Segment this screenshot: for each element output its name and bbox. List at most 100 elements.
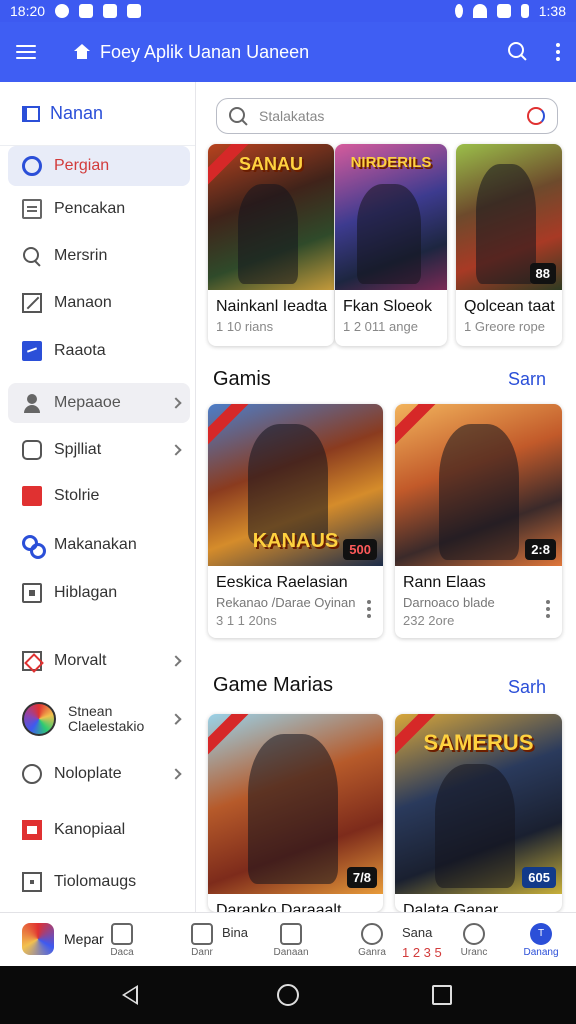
flag-icon bbox=[22, 820, 42, 840]
bottom-nav-overlay-text: Sana bbox=[402, 925, 433, 940]
app-title: Foey Aplik Uanan Uaneen bbox=[100, 41, 310, 62]
ribbon-icon bbox=[208, 714, 250, 756]
more-options-icon[interactable] bbox=[546, 600, 550, 618]
bottom-nav-label: Uranc bbox=[460, 946, 488, 958]
game-card[interactable]: 2:8 Rann Elaas Darnoaco blade 232 2ore bbox=[395, 404, 562, 638]
ribbon-icon bbox=[208, 404, 250, 446]
chevron-right-icon bbox=[170, 713, 182, 725]
sidebar-item-label: Manaon bbox=[54, 294, 112, 311]
search-icon[interactable] bbox=[508, 42, 528, 62]
sidebar-item-spjlliat[interactable]: Spjlliat bbox=[8, 430, 190, 470]
sidebar-item-label: Makanakan bbox=[54, 536, 137, 553]
frame-icon bbox=[22, 583, 42, 603]
bottom-nav: Mepar Daca Danr Bina Danaan Ganra Sana 1… bbox=[0, 912, 576, 966]
app-logo-icon[interactable] bbox=[22, 923, 54, 955]
price-badge: 605 bbox=[522, 867, 556, 888]
sidebar-item-pergian[interactable]: Pergian bbox=[8, 146, 190, 186]
section-title: Gamis bbox=[213, 368, 271, 390]
bottom-nav-item[interactable]: Danaan bbox=[268, 913, 314, 967]
recent-apps-icon[interactable] bbox=[432, 985, 452, 1005]
sidebar-item-stolrie[interactable]: Stolrie bbox=[8, 476, 190, 516]
game-meta: 1 10 rians bbox=[216, 319, 274, 334]
game-subtitle: Darnoaco blade bbox=[403, 595, 495, 610]
globe-icon bbox=[22, 702, 56, 736]
hero-figure bbox=[476, 164, 536, 284]
game-card[interactable]: SAMERUS 605 Dalata Ganar bbox=[395, 714, 562, 912]
sidebar-header[interactable]: Nanan bbox=[0, 82, 195, 146]
price-badge: 2:8 bbox=[525, 539, 556, 560]
sidebar-item-label: Morvalt bbox=[54, 652, 107, 669]
price-badge: 7/8 bbox=[346, 867, 377, 888]
sidebar-item-hiblagan[interactable]: Hiblagan bbox=[8, 573, 190, 613]
sidebar-item-mersrin[interactable]: Mersrin bbox=[8, 236, 190, 276]
system-nav-bar bbox=[0, 966, 576, 1024]
hamburger-menu-icon[interactable] bbox=[16, 36, 48, 68]
sidebar-item-pencakan[interactable]: Pencakan bbox=[8, 189, 190, 229]
bottom-nav-item[interactable]: Ganra bbox=[352, 913, 392, 967]
sidebar-item-label: Spjlliat bbox=[54, 441, 102, 458]
sidebar-item-raaota[interactable]: Raaota bbox=[8, 331, 190, 371]
sidebar-item-label: Tiolomaugs bbox=[54, 873, 137, 890]
status-time-right: 1:38 bbox=[538, 3, 566, 19]
status-time-left: 18:20 bbox=[10, 3, 46, 19]
sidebar-item-stnean[interactable]: Stnean Claelestakio bbox=[8, 697, 190, 741]
sidebar-item-tiolomaugs[interactable]: Tiolomaugs bbox=[8, 862, 190, 902]
square-icon bbox=[22, 872, 42, 892]
sidebar-item-kanopiaal[interactable]: Kanopiaal bbox=[8, 810, 190, 850]
bottom-nav-app-label: Mepar bbox=[64, 931, 104, 947]
game-title: Nainkanl Ieadta bbox=[216, 298, 328, 315]
bottom-nav-label: Danang bbox=[523, 946, 559, 958]
circle-icon bbox=[22, 764, 42, 784]
status-bar-right: 1:38 bbox=[454, 3, 566, 19]
game-card[interactable]: NIRDERILS Fkan Sloeok 1 2 011 ange bbox=[335, 144, 447, 346]
bottom-nav-item-active[interactable]: T Danang bbox=[518, 913, 564, 967]
more-options-icon[interactable] bbox=[367, 600, 371, 618]
game-cover-image: NIRDERILS bbox=[335, 144, 447, 290]
bottom-nav-item[interactable]: Daca bbox=[102, 913, 142, 967]
see-all-link[interactable]: Sarh bbox=[508, 677, 546, 698]
game-cover-image: 88 bbox=[456, 144, 562, 290]
game-meta: 1 Greore rope bbox=[464, 319, 545, 334]
bottom-nav-label: Ganra bbox=[358, 946, 386, 958]
red-tag-icon bbox=[22, 486, 42, 506]
sidebar-item-mepaaoe[interactable]: Mepaaoe bbox=[8, 383, 190, 423]
bottom-nav-label: Danr bbox=[191, 946, 213, 958]
game-title: Qolcean taat bbox=[464, 298, 555, 315]
sidebar-item-morvalt[interactable]: Morvalt bbox=[8, 641, 190, 681]
game-card[interactable]: SANAU Nainkanl Ieadta 1 10 rians bbox=[208, 144, 334, 346]
game-card[interactable]: 7/8 Daranko Daraaalt bbox=[208, 714, 383, 912]
sidebar-item-label: Hiblagan bbox=[54, 584, 118, 601]
bottom-nav-item[interactable]: Uranc bbox=[454, 913, 494, 967]
home-circle-icon[interactable] bbox=[277, 984, 299, 1006]
sidebar-item-manaon[interactable]: Manaon bbox=[8, 283, 190, 323]
more-options-icon[interactable] bbox=[556, 43, 560, 61]
sidebar-item-label: Kanopiaal bbox=[54, 821, 126, 838]
chevron-right-icon bbox=[170, 444, 182, 456]
chat-icon bbox=[22, 440, 42, 460]
home-icon[interactable] bbox=[74, 44, 90, 60]
game-cover-image: 7/8 bbox=[208, 714, 383, 894]
link-icon bbox=[22, 535, 46, 559]
game-subtitle: Rekanao /Darae Oyinan bbox=[216, 595, 356, 610]
grid-icon bbox=[280, 922, 302, 945]
see-all-link[interactable]: Sarn bbox=[508, 369, 546, 390]
sidebar-item-makanakan[interactable]: Makanakan bbox=[8, 525, 190, 565]
game-card[interactable]: KANAUS 500 Eeskica Raelasian Rekanao /Da… bbox=[208, 404, 383, 638]
back-icon[interactable] bbox=[122, 985, 138, 1005]
bottom-nav-item[interactable]: Danr bbox=[182, 913, 222, 967]
game-title: Dalata Ganar bbox=[403, 902, 499, 912]
check-icon bbox=[103, 4, 118, 18]
game-card[interactable]: 88 Qolcean taat 1 Greore rope bbox=[456, 144, 562, 346]
bottom-nav-label: Danaan bbox=[273, 946, 309, 958]
search-input[interactable] bbox=[259, 108, 515, 124]
search-bar[interactable] bbox=[216, 98, 558, 134]
refresh-icon[interactable] bbox=[527, 107, 545, 125]
camera-icon bbox=[191, 922, 213, 945]
wifi-icon bbox=[472, 4, 487, 18]
sidebar-item-noloplate[interactable]: Noloplate bbox=[8, 754, 190, 794]
chevron-right-icon bbox=[170, 397, 182, 409]
sidebar-item-label: Stolrie bbox=[54, 487, 100, 504]
app-bar: Foey Aplik Uanan Uaneen bbox=[0, 22, 576, 82]
sidebar-item-label: Raaota bbox=[54, 342, 106, 359]
document-icon bbox=[22, 199, 42, 219]
